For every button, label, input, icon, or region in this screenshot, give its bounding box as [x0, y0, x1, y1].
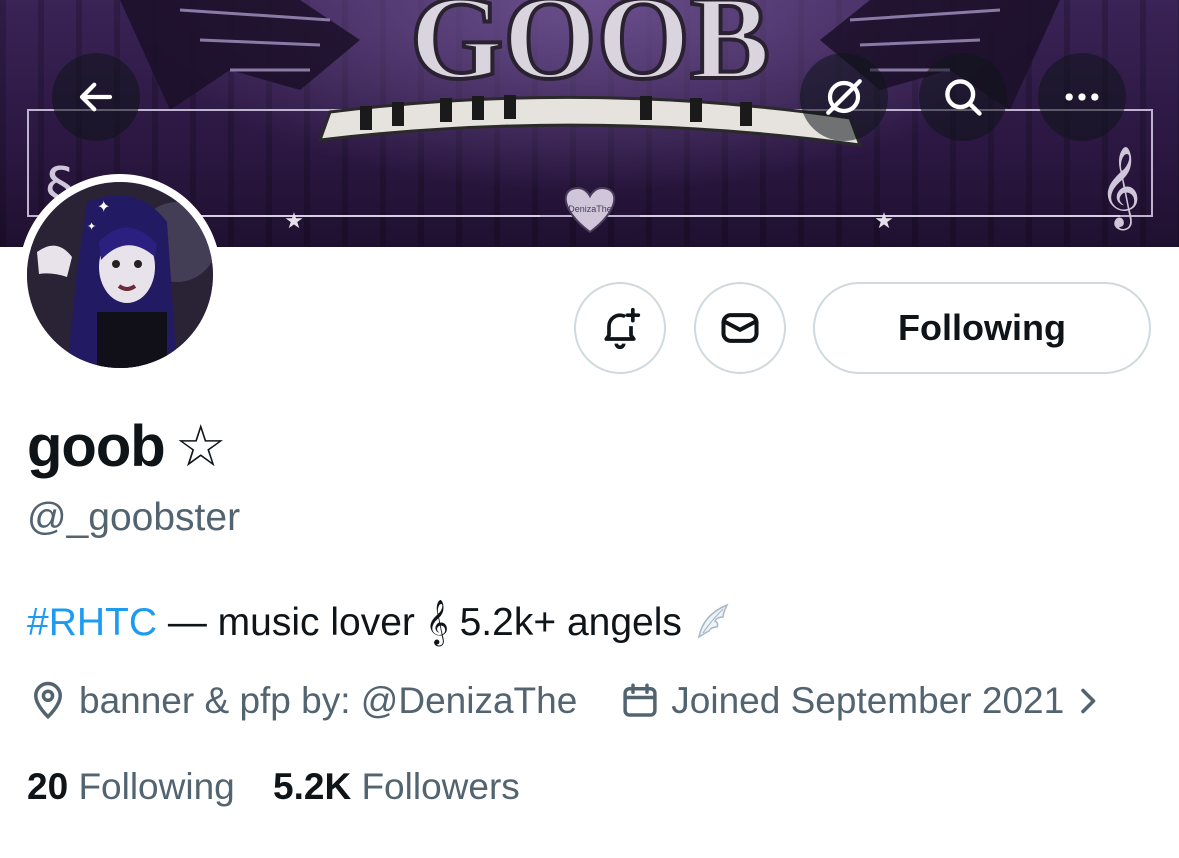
- calendar-icon: [623, 683, 657, 717]
- search-icon: [945, 79, 982, 116]
- location-pin-icon: [33, 681, 63, 720]
- location-text: banner & pfp by: @DenizaThe: [79, 680, 578, 721]
- svg-text:✦: ✦: [87, 221, 96, 233]
- svg-text:★: ★: [284, 208, 304, 233]
- profile-meta: banner & pfp by: @DenizaThe Joined Septe…: [27, 680, 1104, 722]
- star-icon: ☆: [174, 414, 227, 479]
- joined-text: Joined September 2021: [671, 680, 1065, 721]
- followers-count: 5.2K: [273, 766, 352, 807]
- bell-plus-icon: [604, 307, 641, 350]
- svg-text:𝄞: 𝄞: [1099, 145, 1140, 230]
- followers-stat[interactable]: 5.2K Followers: [273, 766, 520, 807]
- avatar[interactable]: ✦ ✦: [19, 174, 221, 376]
- user-handle: @_goobster: [27, 496, 241, 539]
- ellipsis-icon: [1065, 93, 1099, 101]
- hashtag-link[interactable]: #RHTC: [27, 601, 157, 644]
- bio-text: — music lover 𝄞 5.2k+ angels: [157, 601, 693, 644]
- following-count: 20: [27, 766, 69, 807]
- svg-text:★: ★: [874, 208, 894, 233]
- envelope-icon: [721, 313, 759, 343]
- search-button[interactable]: [919, 53, 1007, 141]
- chevron-right-icon: [1081, 688, 1096, 714]
- following-label: Following: [78, 766, 235, 807]
- svg-text:✦: ✦: [97, 199, 110, 216]
- wing-icon: [697, 603, 729, 639]
- display-name: goob ☆: [27, 412, 227, 480]
- back-button[interactable]: [52, 53, 140, 141]
- avatar-image: ✦ ✦: [27, 182, 213, 368]
- following-button[interactable]: Following: [813, 282, 1151, 374]
- joined-date[interactable]: Joined September 2021: [619, 680, 1104, 722]
- display-name-text: goob: [27, 414, 166, 479]
- svg-text:DenizaThe: DenizaThe: [568, 204, 612, 214]
- follow-stats: 20 Following 5.2K Followers: [27, 766, 520, 808]
- message-button[interactable]: [694, 282, 786, 374]
- notifications-button[interactable]: [574, 282, 666, 374]
- banner-logo-text: GOOB: [410, 0, 770, 104]
- more-button[interactable]: [1038, 53, 1126, 141]
- bio: #RHTC — music lover 𝄞 5.2k+ angels: [27, 601, 733, 645]
- following-stat[interactable]: 20 Following: [27, 766, 235, 807]
- grok-button[interactable]: [800, 53, 888, 141]
- location: banner & pfp by: @DenizaThe: [27, 680, 577, 722]
- grok-icon: [826, 79, 862, 115]
- arrow-left-icon: [79, 82, 113, 112]
- followers-label: Followers: [361, 766, 520, 807]
